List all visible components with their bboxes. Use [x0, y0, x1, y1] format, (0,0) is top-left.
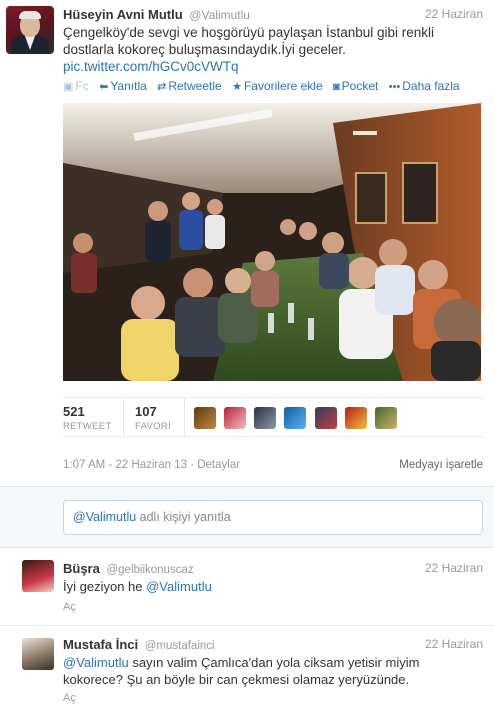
reply-text: @Valimutlu sayın valim Çamlıca'dan yola … — [63, 654, 483, 688]
reply-author-handle[interactable]: @mustafainci — [145, 640, 215, 652]
reply-text-body: sayın valim Çamlıca'dan yola ciksam yeti… — [128, 655, 420, 670]
favorite-label: Favorilere ekle — [243, 79, 323, 93]
pocket-button[interactable]: ◙ Pocket — [333, 79, 378, 93]
user-avatar[interactable] — [314, 407, 337, 429]
reply-date[interactable]: 22 Haziran — [425, 637, 483, 651]
author-handle[interactable]: @Valimutlu — [189, 8, 250, 22]
tweet-text-line: dostlarla kokoreç buluşmasındaydık.İyi g… — [63, 42, 346, 57]
reply-icon: ⬅ — [99, 81, 109, 93]
author-name[interactable]: Hüseyin Avni Mutlu — [63, 7, 183, 22]
star-icon: ★ — [232, 81, 242, 93]
reply-author-name[interactable]: Mustafa İnci — [63, 637, 138, 652]
reply-placeholder: adlı kişiyi yanıtla — [139, 510, 231, 524]
group-dinner-photo — [63, 103, 481, 381]
user-avatar[interactable] — [374, 407, 397, 429]
facebook-label: Fc — [75, 79, 89, 93]
tweet-text: Çengelköy'de sevgi ve hoşgörüyü paylaşan… — [63, 24, 483, 75]
reply-recipient: @Valimutlu — [73, 510, 137, 524]
user-avatar[interactable] — [254, 407, 277, 429]
reply-header: Büşra @gelbiikonuscaz 22 Haziran — [63, 561, 487, 576]
tweet-header: Hüseyin Avni Mutlu @Valimutlu 22 Haziran — [63, 7, 487, 23]
tweet-text-line: Çengelköy'de sevgi ve hoşgörüyü paylaşan… — [63, 25, 435, 40]
expand-button[interactable]: Aç — [63, 692, 76, 704]
avatar[interactable] — [6, 6, 54, 54]
more-label: Daha fazla — [402, 79, 460, 93]
reply-button[interactable]: ⬅ Yanıtla — [99, 79, 147, 93]
retweet-label: Retweetle — [168, 79, 222, 93]
mention-link[interactable]: @Valimutlu — [63, 655, 129, 670]
tweet-actions: ▣ Fc ⬅ Yanıtla ⇄ Retweetle ★ Favorilere ekle… — [63, 79, 487, 93]
tweet-date[interactable]: 22 Haziran — [425, 7, 483, 21]
reply-box: @Valimutlu adlı kişiyi yanıtla — [0, 486, 494, 548]
facebook-button[interactable]: ▣ Fc — [63, 79, 89, 93]
divider — [184, 398, 185, 436]
avatar[interactable] — [22, 560, 54, 592]
more-button[interactable]: ••• Daha fazla — [389, 79, 460, 93]
reply-author-handle[interactable]: @gelbiikonuscaz — [106, 564, 193, 576]
reply-text: İyi geziyon he @Valimutlu — [63, 578, 483, 595]
pocket-label: Pocket — [341, 79, 379, 93]
user-avatar[interactable] — [224, 407, 247, 429]
favorite-count[interactable]: 107 FAVORİ — [135, 404, 171, 432]
avatar[interactable] — [22, 638, 54, 670]
tweet-photo[interactable] — [63, 103, 481, 381]
tweet-media-link[interactable]: pic.twitter.com/hGCv0cVWTq — [63, 58, 483, 75]
retweet-icon: ⇄ — [157, 81, 167, 93]
facebook-icon: ▣ — [63, 81, 74, 93]
favorite-count-label: FAVORİ — [135, 421, 171, 432]
more-icon: ••• — [388, 81, 401, 93]
retweet-button[interactable]: ⇄ Retweetle — [157, 79, 222, 93]
favoriters-avatars — [194, 407, 401, 429]
user-avatar[interactable] — [344, 407, 367, 429]
favorite-count-value: 107 — [135, 404, 157, 419]
main-tweet: Hüseyin Avni Mutlu @Valimutlu 22 Haziran… — [0, 0, 494, 486]
reply-tweet: Büşra @gelbiikonuscaz 22 Haziran İyi gez… — [0, 548, 494, 626]
pocket-icon: ◙ — [332, 81, 340, 93]
tweet-stats: 521 RETWEET 107 FAVORİ — [63, 397, 483, 437]
favorite-button[interactable]: ★ Favorilere ekle — [232, 79, 323, 93]
reply-author-name[interactable]: Büşra — [63, 561, 100, 576]
reply-header: Mustafa İnci @mustafainci 22 Haziran — [63, 637, 487, 652]
retweet-count[interactable]: 521 RETWEET — [63, 404, 112, 432]
reply-text-line: kokorece? Şu an böyle bir can çekmesi ol… — [63, 672, 410, 687]
reply-tweet: Mustafa İnci @mustafainci 22 Haziran @Va… — [0, 626, 494, 706]
reply-date[interactable]: 22 Haziran — [425, 561, 483, 575]
retweet-count-label: RETWEET — [63, 421, 112, 432]
divider — [123, 398, 124, 436]
user-avatar[interactable] — [194, 407, 216, 429]
tweet-timestamp[interactable]: 1:07 AM - 22 Haziran 13 · Detaylar — [63, 459, 240, 471]
reply-label: Yanıtla — [110, 79, 147, 93]
flag-media-link[interactable]: Medyayı işaretle — [399, 459, 483, 471]
retweet-count-value: 521 — [63, 404, 85, 419]
reply-text-body: İyi geziyon he — [63, 579, 147, 594]
reply-input[interactable]: @Valimutlu adlı kişiyi yanıtla — [63, 500, 483, 535]
mention-link[interactable]: @Valimutlu — [146, 579, 212, 594]
user-avatar[interactable] — [284, 407, 307, 429]
expand-button[interactable]: Aç — [63, 601, 76, 613]
